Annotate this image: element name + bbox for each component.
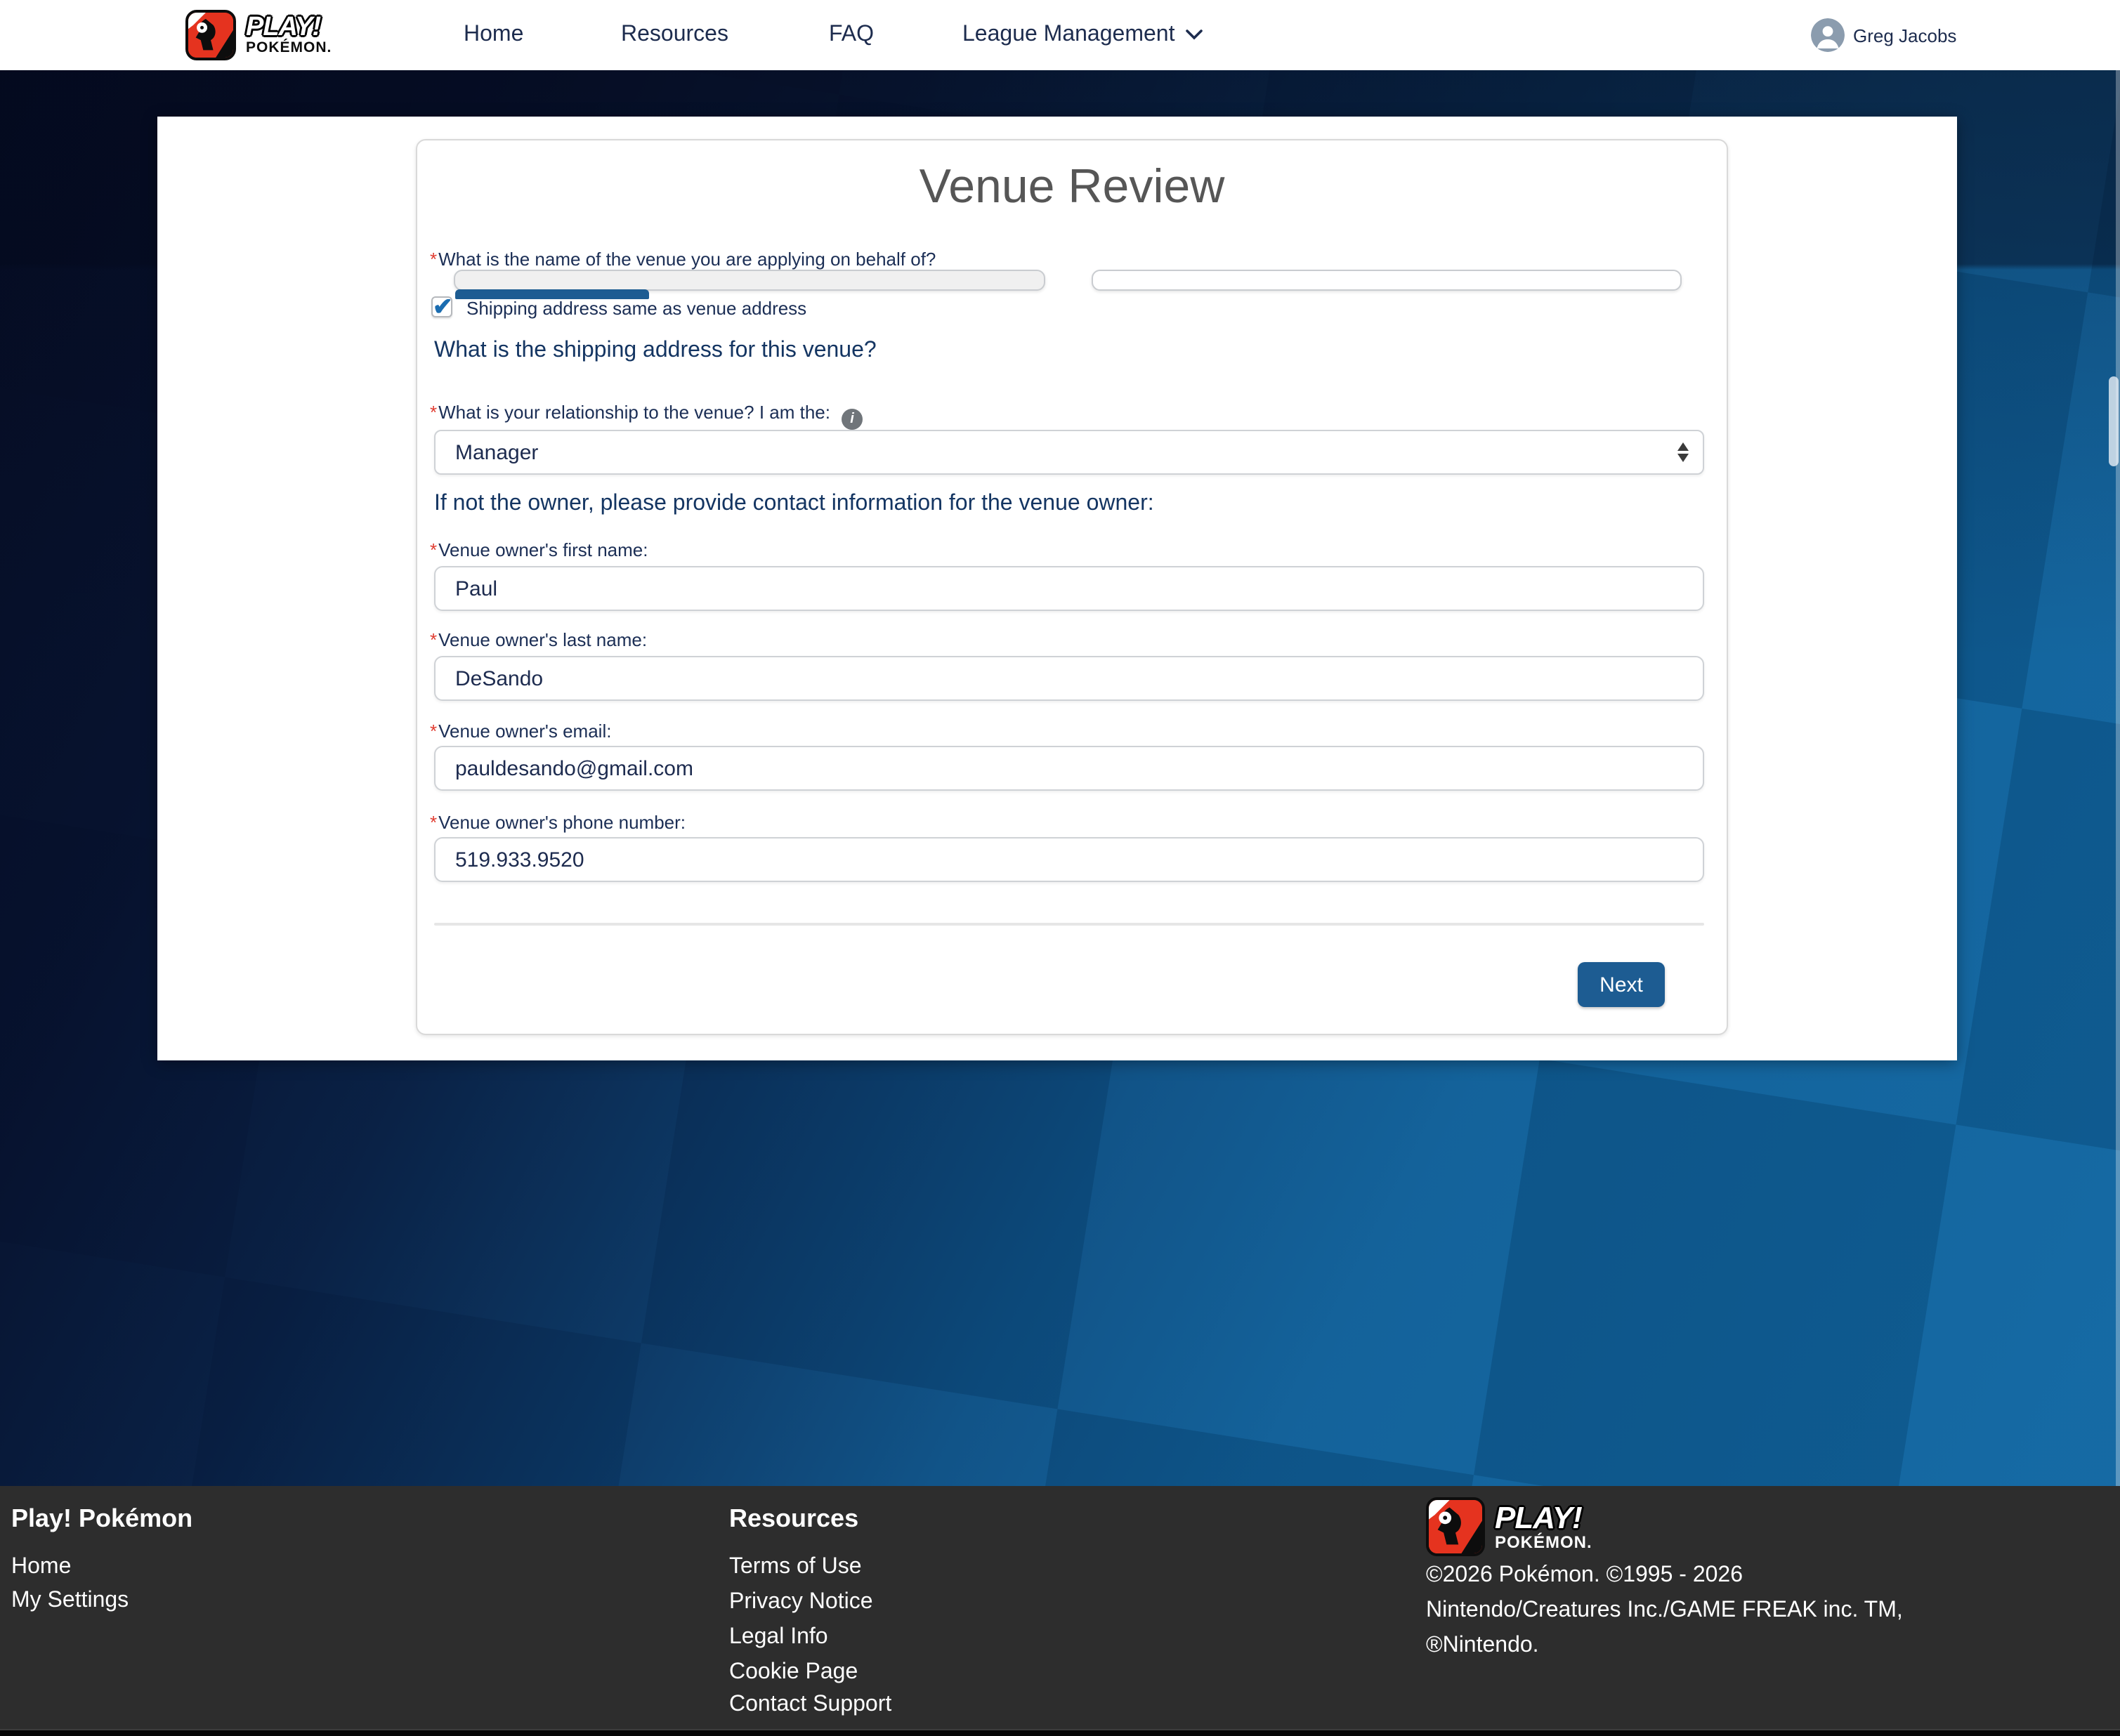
owner-phone-label-text: Venue owner's phone number: [438,812,686,833]
owner-email-label-text: Venue owner's email: [438,721,611,742]
required-asterisk: * [430,629,437,650]
nav-link-home-label: Home [464,22,523,48]
footer-play-pokemon-badge-icon [1426,1497,1485,1556]
nav-link-faq[interactable]: FAQ [829,0,874,70]
owner-first-name-label: *Venue owner's first name: [430,539,648,560]
nav-link-faq-label: FAQ [829,22,874,48]
copyright-line-1: ©2026 Pokémon. ©1995 - 2026 [1426,1563,1743,1589]
footer-link-my-settings[interactable]: My Settings [11,1589,129,1614]
footer-logo-play-text: PLAY! [1495,1503,1592,1534]
relationship-label-text: What is your relationship to the venue? … [438,402,830,423]
relationship-label: *What is your relationship to the venue?… [430,402,863,430]
shipping-same-checkbox[interactable]: ✔ [431,296,452,317]
required-asterisk: * [430,812,437,833]
logo-play-text: PLAY! [246,15,332,41]
logo-pokemon-text: POKÉMON. [246,41,332,56]
nav-link-resources-label: Resources [621,22,728,48]
owner-first-name-label-text: Venue owner's first name: [438,539,648,560]
footer-heading-resources: Resources [729,1504,858,1534]
page-title: Venue Review [417,160,1727,215]
footer-link-contact-support[interactable]: Contact Support [729,1692,891,1718]
select-spinner-icon [1677,442,1689,462]
play-pokemon-badge-icon [185,10,236,60]
venue-name-label-text: What is the name of the venue you are ap… [438,249,936,270]
section-divider [434,923,1704,926]
user-avatar-icon[interactable] [1811,18,1845,52]
top-navbar: PLAY! POKÉMON. Home Resources FAQ League… [0,0,2120,70]
owner-email-input[interactable] [434,746,1704,791]
copyright-line-2: Nintendo/Creatures Inc./GAME FREAK inc. … [1426,1598,1903,1624]
copyright-line-3: ®Nintendo. [1426,1633,1539,1659]
required-asterisk: * [430,402,437,423]
chevron-down-icon [1186,29,1203,41]
play-pokemon-logo[interactable]: PLAY! POKÉMON. [185,10,332,60]
next-button[interactable]: Next [1578,962,1665,1007]
scrollbar-thumb[interactable] [2109,376,2119,466]
owner-contact-heading: If not the owner, please provide contact… [434,492,1154,517]
checkmark-icon: ✔ [433,294,453,322]
footer-link-home[interactable]: Home [11,1555,71,1580]
owner-last-name-label: *Venue owner's last name: [430,629,647,650]
venue-name-label: *What is the name of the venue you are a… [430,249,936,270]
footer-logo-pokemon-text: POKÉMON. [1495,1534,1592,1551]
owner-first-name-input[interactable] [434,566,1704,611]
venue-name-input[interactable] [454,270,1045,291]
window-bottom-edge [0,1729,2120,1736]
scrollbar-track[interactable] [2116,70,2120,1486]
owner-phone-input[interactable] [434,837,1704,882]
venue-name-secondary-input[interactable] [1092,270,1682,291]
league-management-label: League Management [962,22,1174,48]
trainer-silhouette-icon [188,13,233,58]
footer-heading-play-pokemon: Play! Pokémon [11,1504,192,1534]
footer-play-pokemon-logo: PLAY! POKÉMON. [1426,1497,1592,1556]
required-asterisk: * [430,249,437,270]
nav-dropdown-league-management[interactable]: League Management [962,0,1203,70]
page-footer: Play! Pokémon Home My Settings Resources… [0,1486,2120,1729]
owner-phone-label: *Venue owner's phone number: [430,812,686,833]
trainer-silhouette-icon [1429,1500,1482,1553]
required-asterisk: * [430,539,437,560]
page: PLAY! POKÉMON. Home Resources FAQ League… [0,0,2120,1736]
footer-link-privacy-notice[interactable]: Privacy Notice [729,1590,873,1615]
owner-email-label: *Venue owner's email: [430,721,611,742]
content-panel: Venue Review *What is the name of the ve… [157,117,1957,1060]
required-asterisk: * [430,721,437,742]
footer-link-cookie-page[interactable]: Cookie Page [729,1660,858,1685]
nav-link-home[interactable]: Home [464,0,523,70]
nav-link-resources[interactable]: Resources [621,0,728,70]
relationship-selected-value: Manager [455,440,538,464]
user-name-label: Greg Jacobs [1853,25,1956,46]
owner-last-name-label-text: Venue owner's last name: [438,629,647,650]
owner-last-name-input[interactable] [434,656,1704,701]
shipping-address-heading: What is the shipping address for this ve… [434,338,877,364]
shipping-checkbox-label: Shipping address same as venue address [466,298,806,319]
relationship-select[interactable]: Manager [434,430,1704,475]
info-icon[interactable]: i [842,409,863,430]
footer-link-terms-of-use[interactable]: Terms of Use [729,1555,862,1580]
footer-link-legal-info[interactable]: Legal Info [729,1625,828,1650]
user-name[interactable]: Greg Jacobs [1853,0,1956,70]
venue-review-card: Venue Review *What is the name of the ve… [416,139,1728,1035]
